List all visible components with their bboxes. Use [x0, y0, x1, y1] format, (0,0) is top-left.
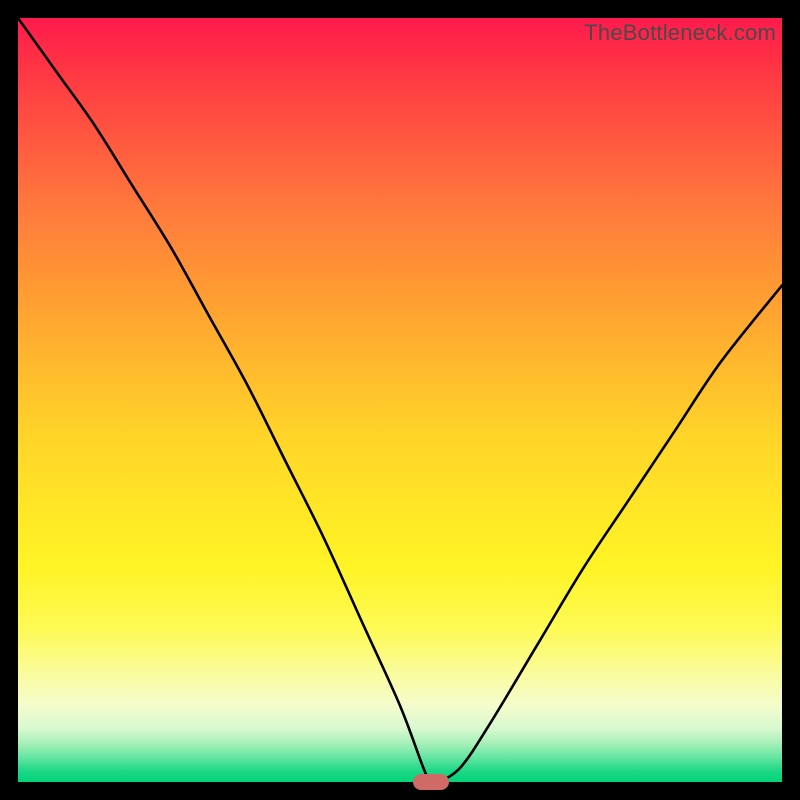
bottleneck-curve — [18, 18, 782, 782]
chart-plot-area: TheBottleneck.com — [18, 18, 782, 782]
optimal-marker — [413, 774, 449, 790]
chart-svg — [18, 18, 782, 782]
